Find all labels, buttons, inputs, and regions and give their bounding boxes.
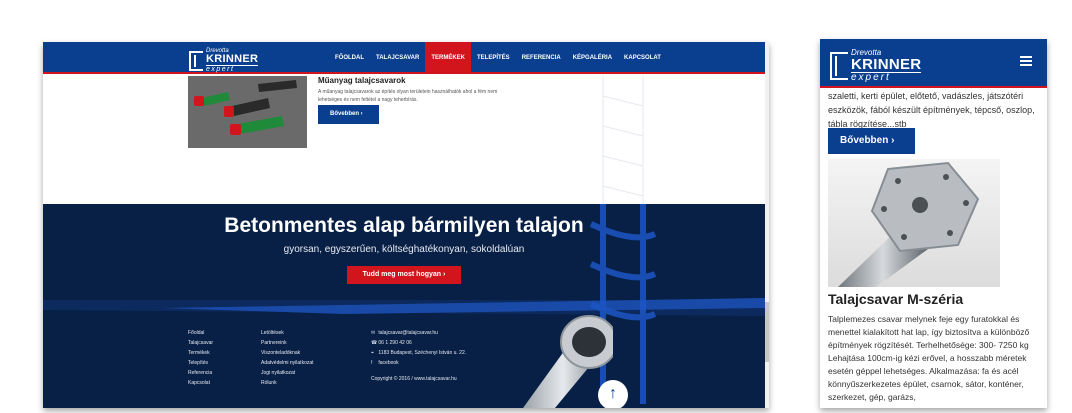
footer-link[interactable]: Adatvédelmi nyilatkozat: [261, 358, 314, 368]
contact-email[interactable]: ✉ talajcsavar@talajcsavar.hu: [371, 328, 466, 338]
menu-item-kepgaleria[interactable]: KÉPGALÉRIA: [567, 42, 618, 74]
scroll-up-button[interactable]: ↑: [598, 380, 628, 408]
mobile-header: Drevotta KRINNER expert: [820, 39, 1047, 88]
menu-item-kapcsolat[interactable]: KAPCSOLAT: [618, 42, 667, 74]
footer-links-secondary: Letöltések Partnereink Viszonteladóknak …: [261, 328, 314, 388]
logo-text-bottom: expert: [206, 66, 235, 73]
product-details: Talplemezes csavar melynek feje egy fura…: [828, 314, 1030, 402]
footer-link[interactable]: Viszonteladóknak: [261, 348, 314, 358]
product-title: Talajcsavar M-széria: [828, 291, 964, 307]
site-logo[interactable]: Drevotta KRINNER expert: [830, 49, 922, 83]
footer-link[interactable]: Talajcsavar: [188, 338, 213, 348]
facebook-icon: f: [371, 360, 373, 366]
logo-mark-icon: [830, 52, 848, 80]
product-title: Műanyag talajcsavarok: [318, 76, 406, 85]
hex-plate-screw-illustration: [838, 161, 980, 287]
contact-facebook[interactable]: f facebook: [371, 358, 466, 368]
footer-link[interactable]: Letöltések: [261, 328, 314, 338]
metal-pipe-illustration: [523, 315, 613, 408]
footer-link[interactable]: Kapcsolat: [188, 378, 213, 388]
product-description: A műanyag talajcsavarok az építés olyan …: [318, 89, 498, 103]
logo-mark-icon: [189, 50, 203, 71]
plastic-screws-illustration: [188, 76, 307, 148]
more-button[interactable]: Bővebben ›: [828, 128, 915, 154]
contact-address: ⌖ 1183 Budapest, Széchenyi István u. 22.: [371, 350, 467, 356]
footer-link[interactable]: Telepítés: [188, 358, 213, 368]
hero-cta-button[interactable]: Tudd meg most hogyan ›: [347, 266, 461, 284]
product-section: Műanyag talajcsavarok A műanyag talajcsa…: [43, 76, 765, 204]
footer-link[interactable]: Referencia: [188, 368, 213, 378]
footer-link[interactable]: Partnereink: [261, 338, 314, 348]
footer-link[interactable]: Főoldal: [188, 328, 213, 338]
footer-link[interactable]: Rólunk: [261, 378, 314, 388]
site-logo[interactable]: Drevotta KRINNER expert: [189, 48, 259, 73]
product-image: [828, 159, 1000, 287]
footer-links-main: Főoldal Talajcsavar Termékek Telepítés R…: [188, 328, 213, 388]
scrollbar-thumb[interactable]: [765, 302, 769, 362]
logo-text-bottom: expert: [851, 72, 891, 83]
footer-link[interactable]: Termékek: [188, 348, 213, 358]
logo-text-main: KRINNER: [851, 56, 922, 73]
logo-text-main: KRINNER: [206, 53, 259, 66]
desktop-view: Drevotta KRINNER expert FŐOLDAL TALAJCSA…: [43, 42, 769, 408]
faded-screw-watermark: [602, 76, 644, 204]
copyright-text: Copyright © 2016 / www.talajcsavar.hu: [371, 376, 457, 382]
menu-item-telepites[interactable]: TELEPÍTÉS: [471, 42, 516, 74]
desktop-header: Drevotta KRINNER expert FŐOLDAL TALAJCSA…: [43, 42, 765, 74]
hero-title: Betonmentes alap bármilyen talajon: [224, 214, 584, 237]
hamburger-menu-icon[interactable]: [1020, 56, 1032, 66]
menu-item-fooldal[interactable]: FŐOLDAL: [329, 42, 370, 74]
menu-item-termekek[interactable]: TERMÉKEK: [425, 42, 472, 74]
footer-link[interactable]: Jogi nyilatkozat: [261, 368, 314, 378]
menu-item-talajcsavar[interactable]: TALAJCSAVAR: [370, 42, 425, 74]
footer-contact: ✉ talajcsavar@talajcsavar.hu ☎ 06 1 290 …: [371, 328, 466, 368]
mobile-view: Drevotta KRINNER expert szaletti, kerti …: [820, 39, 1047, 408]
product-image: [188, 76, 307, 148]
mail-icon: ✉: [371, 330, 376, 336]
menu-item-referencia[interactable]: REFERENCIA: [516, 42, 567, 74]
hero-subtitle: gyorsan, egyszerűen, költséghatékonyan, …: [283, 244, 525, 255]
more-button[interactable]: Bővebben ›: [318, 105, 379, 124]
contact-phone[interactable]: ☎ 06 1 290 42 06: [371, 338, 466, 348]
main-menu: FŐOLDAL TALAJCSAVAR TERMÉKEK TELEPÍTÉS R…: [329, 42, 667, 74]
product-description: szaletti, kerti épület, előtető, vadászl…: [828, 91, 1035, 129]
desktop-scrollbar[interactable]: [765, 42, 769, 408]
screenshot-stage: Drevotta KRINNER expert FŐOLDAL TALAJCSA…: [0, 0, 1072, 413]
hero-banner: Betonmentes alap bármilyen talajon gyors…: [43, 204, 765, 408]
location-icon: ⌖: [371, 350, 374, 356]
phone-icon: ☎: [371, 340, 378, 346]
